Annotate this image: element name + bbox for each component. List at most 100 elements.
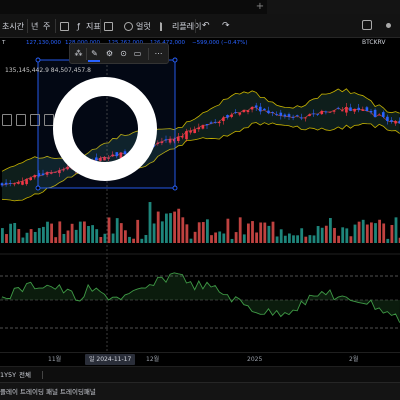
candle-body (287, 114, 291, 117)
volume-bar (9, 223, 12, 243)
more-icon[interactable]: ⋯ (152, 47, 165, 60)
window-tabbar: + (0, 0, 400, 14)
candle-body (263, 108, 266, 111)
candle-body (267, 110, 270, 114)
right-symbol-label: BTCKRV (362, 39, 386, 46)
time-label: 2025 (247, 356, 263, 363)
interval-year-button[interactable]: 년 (31, 14, 38, 38)
volume-bar (95, 229, 99, 243)
selection-handle[interactable] (172, 185, 178, 191)
interval-week-button[interactable]: 주 (43, 14, 50, 38)
volume-bar (58, 221, 62, 243)
align-toolbar (0, 114, 58, 128)
symbol-tail: T (2, 40, 6, 46)
tab-replay-trading-panel[interactable]: 플레이 트레이딩 패널 (0, 383, 58, 400)
trash-icon[interactable]: ▭ (131, 47, 144, 60)
volume-bar (361, 219, 365, 243)
alert-button[interactable]: 얼럿 (124, 14, 151, 38)
candle-body (353, 108, 356, 112)
candle-body (361, 109, 365, 111)
settings-icon[interactable] (386, 23, 391, 28)
candle-body (304, 117, 307, 119)
range-1y-button[interactable]: 1Y (0, 367, 8, 383)
candle-body (4, 182, 8, 185)
volume-bar (365, 224, 369, 243)
tab-trading-panel[interactable]: 트레이딩패널 (60, 383, 96, 400)
tab-strip-empty (267, 0, 400, 14)
price-info-row: T 127,130,000 128,000,000 125,262,000 12… (0, 38, 400, 49)
candle-body (295, 115, 299, 117)
layout-button[interactable] (104, 14, 116, 38)
volume-bar (136, 219, 140, 243)
volume-bar (124, 230, 127, 243)
candle-body (242, 109, 246, 113)
oscillator-fill (0, 272, 400, 323)
range-5y-button[interactable]: 5Y (8, 367, 16, 383)
candle-body (386, 116, 389, 121)
chart-type-button[interactable] (60, 14, 72, 38)
volume-bar (169, 213, 172, 243)
selection-handle[interactable] (35, 185, 41, 191)
candle-body (279, 112, 283, 116)
volume-bar (177, 208, 181, 243)
volume-bar (70, 223, 74, 243)
volume-bar (160, 221, 164, 243)
volume-bar (263, 222, 267, 243)
candle-body (345, 107, 348, 113)
browser-tab[interactable] (0, 0, 265, 14)
toolbar-divider (27, 19, 28, 33)
selection-handle[interactable] (35, 57, 41, 63)
volume-bar (46, 221, 49, 243)
volume-bar (173, 211, 176, 243)
candle-body (324, 111, 328, 113)
align-icon[interactable] (2, 114, 12, 126)
volume-bar (132, 238, 135, 243)
undo-icon[interactable]: ↶ (202, 14, 210, 38)
volume-bar (54, 237, 58, 243)
range-divider (42, 371, 43, 379)
chart-canvas[interactable] (0, 49, 400, 352)
layout-icon (104, 21, 113, 31)
candle-body (365, 107, 369, 112)
align-icon[interactable] (30, 114, 40, 126)
indicators-button[interactable]: ƒ 지표 (74, 14, 101, 38)
volume-bar (300, 228, 304, 243)
time-axis[interactable]: 11월 일 2024-11-17 12월 2025 2월 (0, 352, 400, 366)
volume-bar (193, 231, 197, 243)
pencil-icon[interactable]: ✎ (88, 47, 101, 60)
candle-body (275, 114, 278, 116)
volume-bar (214, 232, 217, 243)
indicators-label: 지표 (86, 21, 101, 31)
drawing-template-icon[interactable]: ⁂ (72, 47, 85, 60)
settings-icon[interactable]: ⚙ (103, 47, 116, 60)
candle-body (246, 110, 250, 113)
range-all-button[interactable]: 전체 (19, 367, 31, 383)
volume-bar (50, 223, 53, 243)
toolbar-divider (100, 19, 101, 33)
candle-body (17, 182, 20, 184)
volume-bar (378, 219, 381, 243)
selection-handle[interactable] (172, 57, 178, 63)
line-color-swatch[interactable] (88, 60, 100, 62)
interval-dropdown[interactable]: 초시간 (2, 14, 24, 38)
redo-icon[interactable]: ↷ (222, 14, 230, 38)
change-value: −599,000 (−0.47%) (192, 40, 248, 46)
candle-body (222, 117, 225, 122)
add-tab-icon[interactable]: + (254, 0, 266, 14)
volume-bar (144, 234, 148, 243)
volume-bar (247, 223, 250, 243)
volume-bar (29, 229, 33, 243)
align-icon[interactable] (16, 114, 26, 126)
volume-bar (66, 230, 70, 243)
volume-bar (83, 221, 86, 243)
lock-icon[interactable]: ⊙ (117, 47, 130, 60)
price-chart[interactable] (0, 49, 400, 352)
indicator-icon: ƒ (77, 21, 80, 31)
candle-body (373, 109, 377, 118)
volume-bar (394, 217, 398, 243)
search-icon[interactable] (362, 20, 372, 30)
candle-body (320, 111, 324, 115)
candle-body (312, 113, 315, 115)
volume-bar (62, 233, 66, 243)
volume-bar (226, 218, 230, 243)
